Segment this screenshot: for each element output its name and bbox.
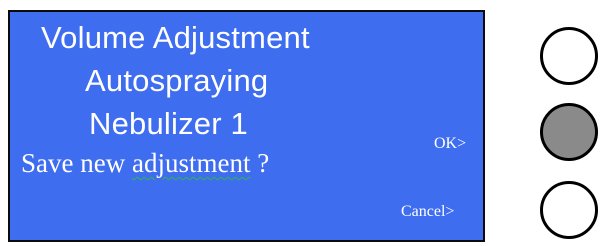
lcd-screen: Volume Adjustment Autospraying Nebulizer… <box>8 10 485 242</box>
device-panel: Volume Adjustment Autospraying Nebulizer… <box>0 0 605 246</box>
ok-softkey-label[interactable]: OK> <box>434 135 466 153</box>
screen-title: Volume Adjustment <box>41 20 310 55</box>
save-question-word: adjustment <box>131 148 251 178</box>
cancel-softkey-label[interactable]: Cancel> <box>401 203 454 221</box>
save-question: Save new adjustment ? <box>21 148 269 179</box>
ok-hardware-button[interactable] <box>540 103 598 161</box>
top-hardware-button[interactable] <box>540 27 598 85</box>
save-question-prefix: Save new <box>21 148 132 178</box>
screen-subtitle: Autospraying <box>85 63 269 98</box>
save-question-suffix: ? <box>250 148 270 178</box>
device-name: Nebulizer 1 <box>89 106 249 141</box>
cancel-hardware-button[interactable] <box>540 181 598 239</box>
